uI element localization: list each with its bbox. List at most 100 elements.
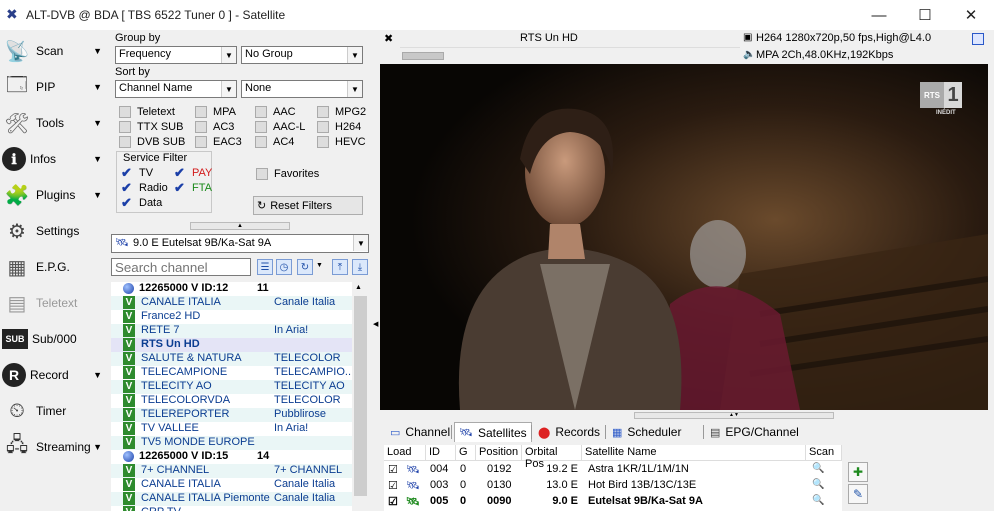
tab-epg-channel[interactable]: ▤ EPG/Channel (706, 422, 803, 442)
channel-row[interactable]: V TV5 MONDE EUROPE (111, 436, 354, 450)
channel-group-row[interactable]: 12265000 V ID:15 14 (111, 450, 354, 464)
group-by-secondary-select[interactable]: No Group ▼ (241, 46, 363, 64)
sidebar-item-scan[interactable]: 📡 Scan ▼ (2, 34, 108, 68)
data-checkbox[interactable]: ✔ Data (121, 196, 162, 209)
sort-by-select[interactable]: Channel Name ▼ (115, 80, 237, 98)
scroll-up-icon[interactable]: ▲ (355, 284, 362, 291)
load-checkbox[interactable]: ☑ (388, 463, 398, 476)
tab-channel[interactable]: ▭ Channel (386, 422, 454, 442)
sidebar-item-infos[interactable]: ℹ Infos ▼ (2, 142, 108, 176)
collapse-video-handle[interactable]: ▲▼ (634, 412, 834, 419)
column-header[interactable]: G (456, 445, 476, 461)
sidebar-item-tools[interactable]: 🛠 Tools ▼ (2, 106, 108, 140)
move-up-icon[interactable]: ⤓ (352, 259, 368, 275)
channel-row[interactable]: V TELECAMPIONE TELECAMPIO... (111, 366, 354, 380)
chevron-down-icon[interactable]: ▼ (93, 82, 102, 92)
channel-row[interactable]: V RETE 7 In Aria! (111, 324, 354, 338)
chevron-down-icon[interactable]: ▼ (93, 370, 102, 380)
sidebar-item-teletext[interactable]: ▤ Teletext (2, 286, 108, 320)
channel-row[interactable]: V France2 HD (111, 310, 354, 324)
channel-row[interactable]: V CANALE ITALIA Piemonte Canale Italia (111, 492, 354, 506)
channel-row[interactable]: V CRP TV (111, 506, 354, 511)
minimize-button[interactable]: — (856, 0, 902, 30)
column-header[interactable]: Scan (806, 445, 842, 461)
scan-icon[interactable]: 🔍 (812, 463, 824, 474)
scan-icon[interactable]: 🔍 (812, 495, 824, 506)
sidebar-item-e-p-g-[interactable]: ▦ E.P.G. (2, 250, 108, 284)
channel-list-scrollbar[interactable]: ▲ (352, 282, 369, 511)
channel-row[interactable]: V CANALE ITALIA Canale Italia (111, 478, 354, 492)
channel-row[interactable]: V TELEREPORTER Pubblirose (111, 408, 354, 422)
tv-checkbox[interactable]: ✔ TV (121, 166, 153, 179)
chevron-down-icon[interactable]: ▼ (316, 262, 323, 269)
column-header[interactable]: ID (426, 445, 456, 461)
filter-checkbox-eac3[interactable]: EAC3 (195, 136, 242, 148)
sidebar-item-streaming[interactable]: 🖧 Streaming ▼ (2, 430, 108, 464)
channel-row[interactable]: V RTS Un HD (111, 338, 354, 352)
tab-scheduler[interactable]: ▦ Scheduler (608, 422, 685, 442)
scan-icon[interactable]: 🔍 (812, 479, 824, 490)
fta-checkbox[interactable]: ✔ FTA (174, 181, 212, 194)
collapse-handle[interactable]: ▲ (190, 222, 290, 230)
satellite-row[interactable]: ☑ 005 0 0090 9.0 E Eutelsat 9B/Ka-Sat 9A 🛰 🔍 (384, 494, 842, 510)
reset-filters-button[interactable]: ↻ Reset Filters (253, 196, 363, 215)
sidebar-item-plugins[interactable]: 🧩 Plugins ▼ (2, 178, 108, 212)
sidebar-item-settings[interactable]: ⚙ Settings (2, 214, 108, 248)
filter-checkbox-aac[interactable]: AAC (255, 106, 296, 118)
filter-checkbox-ac3[interactable]: AC3 (195, 121, 234, 133)
collapse-left-icon[interactable]: ◀ (373, 320, 378, 328)
chevron-down-icon[interactable]: ▼ (93, 442, 102, 452)
close-player-icon[interactable]: ✖ (384, 32, 393, 45)
column-header[interactable]: Orbital Pos (522, 445, 582, 470)
channel-row[interactable]: V CANALE ITALIA Canale Italia (111, 296, 354, 310)
pay-checkbox[interactable]: ✔ PAY (174, 166, 212, 179)
sidebar-item-sub-000[interactable]: SUB Sub/000 (2, 322, 108, 356)
channel-row[interactable]: V 7+ CHANNEL 7+ CHANNEL (111, 464, 354, 478)
filter-checkbox-dvb-sub[interactable]: DVB SUB (119, 136, 185, 148)
chevron-down-icon[interactable]: ▼ (93, 190, 102, 200)
chevron-down-icon[interactable]: ▼ (93, 46, 102, 56)
video-frame[interactable]: RTS 1 INÉDIT (380, 64, 988, 410)
channel-row[interactable]: V TELECOLORVDA TELECOLOR (111, 394, 354, 408)
load-checkbox[interactable]: ☑ (388, 495, 398, 508)
close-button[interactable]: ✕ (948, 0, 994, 30)
filter-checkbox-h264[interactable]: H264 (317, 121, 361, 133)
scroll-thumb[interactable] (354, 296, 367, 496)
refresh-icon[interactable]: ↻ (297, 259, 313, 275)
tab-records[interactable]: ⬤ Records (534, 422, 604, 442)
radio-checkbox[interactable]: ✔ Radio (121, 181, 168, 194)
channel-group-row[interactable]: 12265000 V ID:12 11 (111, 282, 354, 296)
filter-checkbox-mpa[interactable]: MPA (195, 106, 236, 118)
sidebar-item-timer[interactable]: ⏲ Timer (2, 394, 108, 428)
filter-checkbox-mpg2[interactable]: MPG2 (317, 106, 366, 118)
move-top-icon[interactable]: ⤒ (332, 259, 348, 275)
filter-checkbox-ac4[interactable]: AC4 (255, 136, 294, 148)
load-checkbox[interactable]: ☑ (388, 479, 398, 492)
filter-checkbox-aac-l[interactable]: AAC-L (255, 121, 305, 133)
list-view-icon[interactable]: ☰ (257, 259, 273, 275)
sort-by-secondary-select[interactable]: None ▼ (241, 80, 363, 98)
column-header[interactable]: Load (384, 445, 426, 461)
edit-satellite-icon[interactable]: ✎ (848, 484, 868, 504)
filter-checkbox-hevc[interactable]: HEVC (317, 136, 366, 148)
channel-row[interactable]: V TV VALLEE In Aria! (111, 422, 354, 436)
chevron-down-icon[interactable]: ▼ (93, 118, 102, 128)
panel-splitter[interactable]: ◀ (372, 30, 380, 511)
clock-icon[interactable]: ◷ (276, 259, 292, 275)
channel-row[interactable]: V SALUTE & NATURA TELECOLOR (111, 352, 354, 366)
sidebar-item-pip[interactable]: 🗔 PIP ▼ (2, 70, 108, 104)
maximize-button[interactable]: ☐ (902, 0, 948, 30)
column-header[interactable]: Satellite Name (582, 445, 806, 461)
column-header[interactable]: Position (476, 445, 522, 461)
search-channel-input[interactable] (111, 258, 251, 276)
channel-row[interactable]: V TELECITY AO TELECITY AO (111, 380, 354, 394)
tab-satellites[interactable]: 🛰 Satellites (454, 422, 532, 442)
filter-checkbox-teletext[interactable]: Teletext (119, 106, 175, 118)
satellite-row[interactable]: ☑ 004 0 0192 19.2 E Astra 1KR/1L/1M/1N 🛰 🔍 (384, 462, 842, 478)
filter-checkbox-ttx-sub[interactable]: TTX SUB (119, 121, 183, 133)
favorites-checkbox[interactable]: Favorites (256, 168, 319, 180)
satellite-select[interactable]: 🛰 9.0 E Eutelsat 9B/Ka-Sat 9A ▼ (111, 234, 369, 253)
sidebar-item-record[interactable]: R Record ▼ (2, 358, 108, 392)
group-by-select[interactable]: Frequency ▼ (115, 46, 237, 64)
satellite-row[interactable]: ☑ 003 0 0130 13.0 E Hot Bird 13B/13C/13E 🛰 🔍 (384, 478, 842, 494)
